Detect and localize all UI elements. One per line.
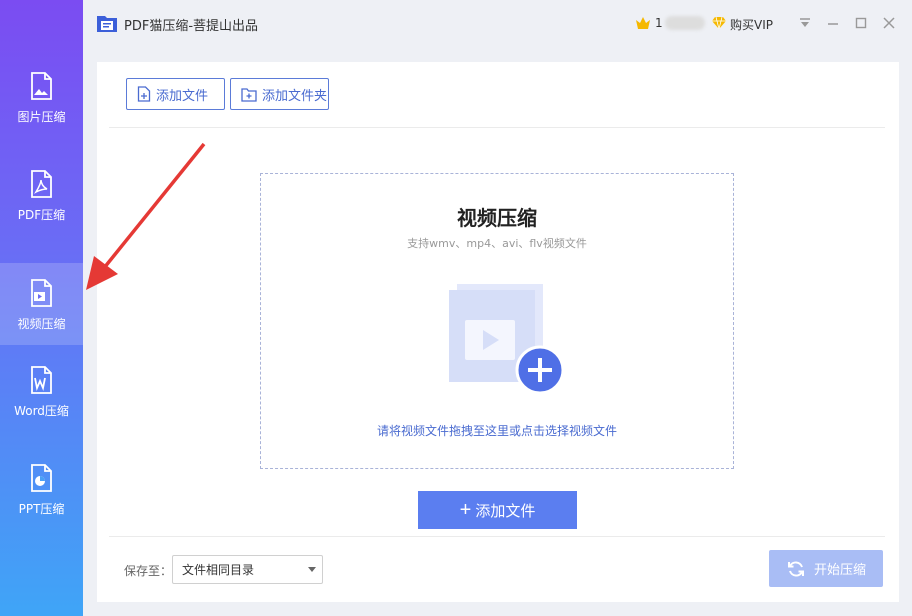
save-location-value: 文件相同目录 <box>182 563 255 577</box>
add-folder-toolbar-label: 添加文件夹 <box>262 88 328 104</box>
sidebar-item-label: 图片压缩 <box>17 110 66 124</box>
drop-zone[interactable]: 视频压缩 支持wmv、mp4、avi、flv视频文件 请将视频文件拖拽至这里或点… <box>260 173 734 469</box>
drop-zone-title: 视频压缩 <box>457 206 537 230</box>
app-title: PDF猫压缩-菩提山出品 <box>124 19 259 34</box>
sidebar: 图片压缩 PDF压缩 视频压缩 Word压缩 PPT压缩 <box>0 0 83 616</box>
save-location-select[interactable]: 文件相同目录 <box>172 555 323 584</box>
sidebar-item-pdf[interactable]: PDF压缩 <box>0 154 83 236</box>
add-file-icon <box>137 86 151 102</box>
close-icon[interactable] <box>880 14 898 32</box>
save-to-label: 保存至： <box>124 564 173 578</box>
app-logo-icon <box>97 16 117 32</box>
start-compress-button[interactable]: 开始压缩 <box>769 550 883 587</box>
chevron-down-icon <box>308 567 316 572</box>
sidebar-item-video[interactable]: 视频压缩 <box>0 263 83 345</box>
title-bar: PDF猫压缩-菩提山出品 1 购买VIP <box>83 0 912 48</box>
image-file-icon <box>31 72 52 100</box>
add-file-button[interactable]: + 添加文件 <box>418 491 577 529</box>
maximize-icon[interactable] <box>852 14 870 32</box>
add-file-toolbar-label: 添加文件 <box>156 88 209 104</box>
minimize-icon[interactable] <box>824 14 842 32</box>
add-folder-toolbar-button[interactable]: 添加文件夹 <box>230 78 329 110</box>
crown-icon <box>636 17 650 29</box>
start-compress-label: 开始压缩 <box>813 562 866 577</box>
sidebar-item-label: 视频压缩 <box>17 317 66 331</box>
plus-icon: + <box>459 499 472 521</box>
video-file-icon <box>31 279 52 307</box>
sidebar-item-image[interactable]: 图片压缩 <box>0 56 83 138</box>
pdf-file-icon <box>31 170 52 198</box>
diamond-icon <box>712 16 726 30</box>
sidebar-item-label: PPT压缩 <box>18 502 65 516</box>
word-file-icon <box>31 366 52 394</box>
sidebar-item-label: Word压缩 <box>14 404 69 418</box>
sidebar-item-label: PDF压缩 <box>17 208 66 222</box>
ppt-file-icon <box>31 464 52 492</box>
drop-zone-hint: 请将视频文件拖拽至这里或点击选择视频文件 <box>376 424 617 438</box>
buy-vip-link[interactable]: 购买VIP <box>730 16 773 33</box>
video-upload-illustration-icon <box>449 284 565 395</box>
menu-icon[interactable] <box>796 14 814 32</box>
refresh-icon <box>787 560 804 577</box>
user-name-blur <box>665 16 705 30</box>
add-folder-icon <box>241 87 257 102</box>
sidebar-item-ppt[interactable]: PPT压缩 <box>0 448 83 530</box>
add-file-toolbar-button[interactable]: 添加文件 <box>126 78 225 110</box>
main-panel: 添加文件 添加文件夹 视频压缩 支持wmv、mp4、avi、flv视频文件 请将… <box>97 62 899 602</box>
footer-divider <box>109 536 885 537</box>
sidebar-item-word[interactable]: Word压缩 <box>0 350 83 432</box>
add-file-button-label: 添加文件 <box>475 502 536 520</box>
drop-zone-subtitle: 支持wmv、mp4、avi、flv视频文件 <box>407 237 587 250</box>
user-name: 1 <box>655 16 663 30</box>
toolbar-divider <box>109 127 885 128</box>
